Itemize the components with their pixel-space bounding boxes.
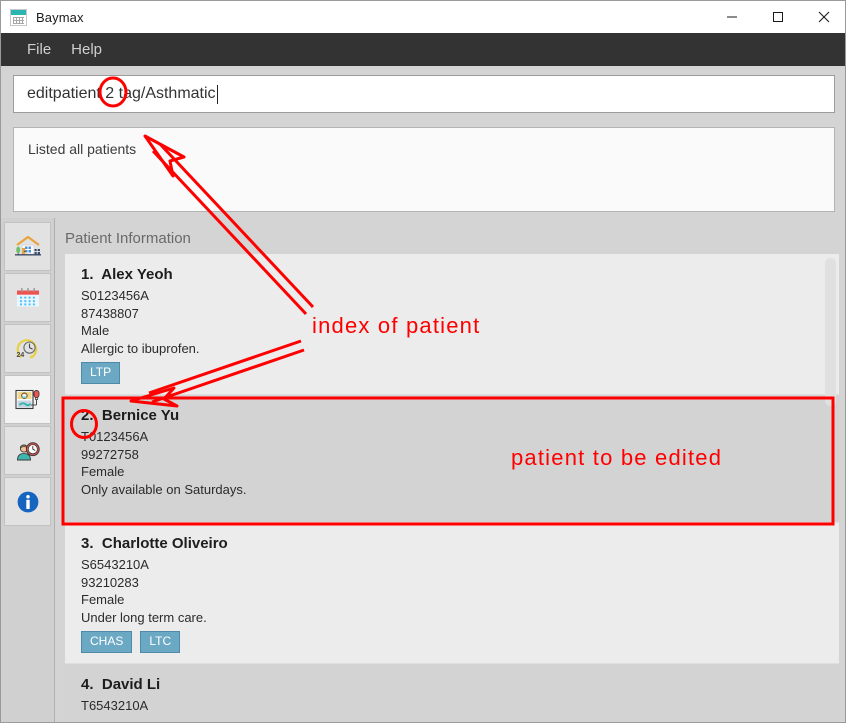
command-input-value: editpatient 2 tag/Asthmatic (27, 85, 216, 102)
minimize-icon[interactable] (709, 1, 755, 33)
sidebar-item-calendar[interactable] (4, 273, 51, 322)
sidebar: 24 (1, 218, 55, 722)
sidebar-item-appointments[interactable] (4, 426, 51, 475)
patient-phone: 87438807 (81, 305, 139, 321)
title-bar-left: Baymax (1, 8, 709, 26)
patient-nric: T0123456A (81, 429, 149, 444)
patient-remark: Allergic to ibuprofen. (81, 340, 200, 356)
result-display-area: Listed all patients (1, 122, 845, 218)
patient-index: 3. (81, 535, 94, 552)
calendar-app-icon (10, 8, 27, 26)
patient-name-line: 1. Alex Yeoh (81, 266, 823, 283)
list-item[interactable]: 4. David Li T6543210A (65, 664, 839, 722)
sidebar-item-info[interactable] (4, 477, 51, 526)
list-item[interactable]: 3. Charlotte Oliveiro S6543210A 93210283… (65, 523, 839, 664)
patient-nric: T6543210A (81, 698, 149, 713)
patient-index: 4. (81, 676, 94, 693)
sidebar-item-patients[interactable] (4, 375, 51, 424)
status-badge[interactable]: CHAS (81, 631, 133, 653)
patient-name-line: 2. Bernice Yu (81, 407, 823, 424)
command-box-area: editpatient 2 tag/Asthmatic (1, 66, 845, 122)
close-icon[interactable] (801, 1, 845, 33)
command-input[interactable]: editpatient 2 tag/Asthmatic (13, 75, 835, 113)
patient-gender: Male (81, 323, 110, 338)
list-item[interactable]: 1. Alex Yeoh S0123456A 87438807 Male All… (65, 254, 839, 395)
application-window: Baymax File Help editpatient 2 tag/Asthm… (0, 0, 846, 723)
body-area: 24 Patient Information 1. Alex Yeoh S012… (1, 218, 845, 722)
patient-list[interactable]: 1. Alex Yeoh S0123456A 87438807 Male All… (65, 254, 839, 722)
list-item[interactable]: 2. Bernice Yu T0123456A 99272758 Female … (65, 395, 839, 523)
patient-tags: CHAS LTC (81, 631, 823, 653)
patient-remark: Only available on Saturdays. (81, 481, 247, 497)
status-badge[interactable]: LTC (140, 631, 181, 653)
patient-gender: Female (81, 592, 125, 607)
patient-phone: 99272758 (81, 446, 139, 462)
window-title: Baymax (36, 9, 84, 25)
patient-remark: Under long term care. (81, 609, 207, 625)
patient-nric: S6543210A (81, 557, 149, 572)
status-badge[interactable]: LTP (81, 362, 121, 384)
menu-bar: File Help (1, 33, 845, 66)
patient-nric: S0123456A (81, 288, 149, 303)
sidebar-item-24-hour[interactable]: 24 (4, 324, 51, 373)
sidebar-item-home[interactable] (4, 222, 51, 271)
title-bar: Baymax (1, 1, 845, 33)
patient-name: Alex Yeoh (101, 266, 173, 283)
maximize-icon[interactable] (755, 1, 801, 33)
menu-item-file[interactable]: File (17, 33, 61, 66)
patient-name: Bernice Yu (101, 407, 180, 424)
patient-name-line: 4. David Li (81, 676, 823, 693)
vertical-scrollbar[interactable] (825, 258, 836, 406)
svg-text:24: 24 (16, 352, 24, 359)
patient-name-line: 3. Charlotte Oliveiro (81, 535, 823, 552)
patient-name: Charlotte Oliveiro (101, 535, 228, 552)
result-text: Listed all patients (28, 141, 137, 157)
text-caret (216, 84, 218, 104)
result-display: Listed all patients (13, 127, 835, 212)
window-controls (709, 1, 845, 33)
menu-item-help[interactable]: Help (61, 33, 112, 66)
page-title: Patient Information (65, 230, 191, 247)
patient-gender: Female (81, 464, 125, 479)
patient-name: David Li (101, 676, 161, 693)
patient-index: 2. (81, 407, 94, 424)
patient-index: 1. (81, 266, 94, 283)
patient-tags: LTP (81, 362, 823, 384)
patient-list-panel: Patient Information 1. Alex Yeoh S012345… (56, 218, 845, 722)
patient-phone: 93210283 (81, 574, 139, 590)
